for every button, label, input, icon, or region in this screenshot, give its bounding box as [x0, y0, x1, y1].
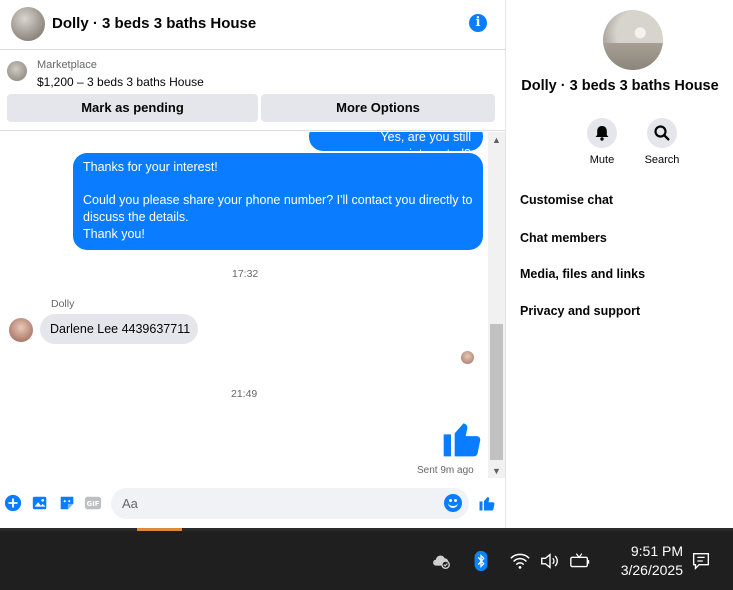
chat-header: Dolly · 3 beds 3 baths House i	[0, 0, 506, 50]
search-button[interactable]: Search	[632, 118, 692, 166]
taskbar-edge	[0, 528, 733, 531]
chat-title[interactable]: Dolly · 3 beds 3 baths House	[52, 15, 256, 32]
bell-icon	[587, 118, 617, 148]
search-label: Search	[644, 154, 680, 166]
svg-text:GIF: GIF	[87, 500, 100, 508]
onedrive-icon[interactable]	[430, 550, 452, 572]
taskbar	[0, 528, 733, 590]
notification-icon[interactable]	[690, 550, 712, 572]
battery-icon[interactable]	[569, 550, 591, 572]
message-line: Could you please share your phone number…	[83, 193, 473, 224]
sender-avatar[interactable]	[9, 318, 33, 342]
emoji-icon[interactable]	[444, 494, 462, 512]
message-line: Thanks for your interest!	[83, 160, 218, 174]
message-timestamp: 21:49	[231, 388, 258, 400]
info-icon[interactable]: i	[469, 14, 487, 32]
message-list: Yes, are you still interested? Thanks fo…	[0, 132, 488, 478]
messenger-window: Dolly · 3 beds 3 baths House i Marketpla…	[0, 0, 733, 528]
message-timestamp: 17:32	[232, 268, 259, 280]
gif-icon[interactable]: GIF	[84, 494, 102, 512]
sender-name: Dolly	[51, 298, 75, 310]
menu-customise-chat[interactable]: Customise chat	[520, 193, 613, 207]
menu-chat-members[interactable]: Chat members	[520, 231, 607, 245]
chat-details-panel: Dolly · 3 beds 3 baths House Mute Search…	[507, 0, 733, 528]
more-options-button[interactable]: More Options	[261, 94, 495, 122]
delivery-status: Sent 9m ago	[417, 465, 474, 476]
scroll-down-icon[interactable]: ▼	[488, 464, 505, 478]
listing-thumbnail[interactable]	[7, 61, 27, 81]
taskbar-app-indicator[interactable]	[137, 528, 182, 531]
marketplace-label: Marketplace	[37, 59, 97, 71]
message-composer: GIF	[0, 486, 506, 522]
scroll-up-icon[interactable]: ▲	[488, 132, 505, 146]
listing-avatar[interactable]	[603, 10, 663, 70]
incoming-message[interactable]: Darlene Lee 4439637711	[40, 314, 198, 344]
menu-media-files-links[interactable]: Media, files and links	[520, 267, 645, 281]
details-title: Dolly · 3 beds 3 baths House	[521, 78, 719, 94]
message-scrollbar[interactable]: ▲ ▼	[488, 132, 505, 478]
scrollbar-thumb[interactable]	[490, 324, 503, 460]
send-like-icon[interactable]	[478, 494, 496, 512]
menu-privacy-support[interactable]: Privacy and support	[520, 304, 640, 318]
wifi-icon[interactable]	[509, 550, 531, 572]
message-line: Thank you!	[83, 227, 145, 241]
mark-as-pending-button[interactable]: Mark as pending	[7, 94, 258, 122]
chat-pane: Dolly · 3 beds 3 baths House i Marketpla…	[0, 0, 506, 528]
read-receipt-avatar	[461, 351, 474, 364]
outgoing-message[interactable]: Thanks for your interest! Could you plea…	[73, 153, 483, 250]
plus-icon[interactable]	[4, 494, 22, 512]
search-icon	[647, 118, 677, 148]
photo-icon[interactable]	[31, 494, 49, 512]
volume-icon[interactable]	[539, 550, 561, 572]
sticker-icon[interactable]	[58, 494, 76, 512]
clock-time[interactable]: 9:51 PM	[603, 543, 683, 559]
thumbs-up-icon[interactable]	[440, 416, 484, 460]
mute-label: Mute	[589, 154, 615, 166]
marketplace-banner: Marketplace $1,200 – 3 beds 3 baths Hous…	[0, 51, 506, 131]
chat-avatar[interactable]	[11, 7, 45, 41]
bluetooth-icon[interactable]	[470, 550, 492, 572]
message-input[interactable]	[111, 488, 469, 519]
listing-title[interactable]: $1,200 – 3 beds 3 baths House	[37, 75, 204, 89]
clock-date[interactable]: 3/26/2025	[603, 562, 683, 578]
mute-button[interactable]: Mute	[572, 118, 632, 166]
outgoing-message[interactable]: Yes, are you still interested?	[309, 132, 483, 161]
